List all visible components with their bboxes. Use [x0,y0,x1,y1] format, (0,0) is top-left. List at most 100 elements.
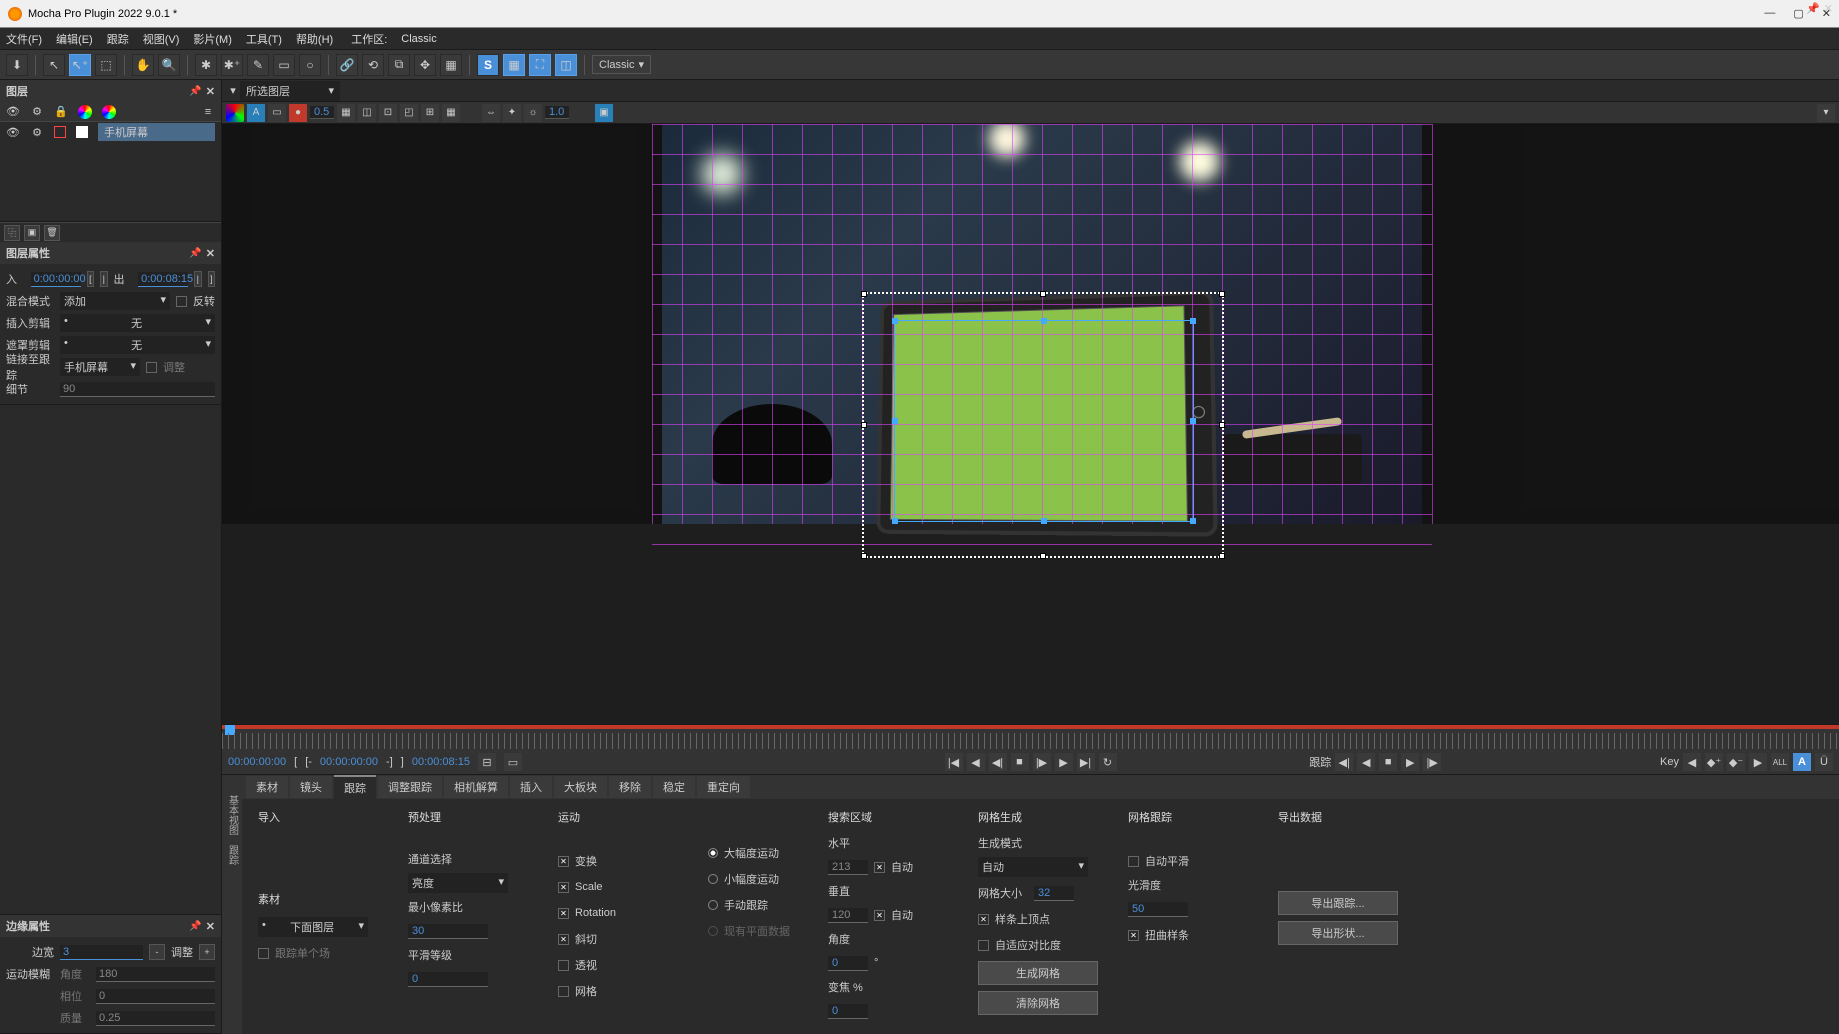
track-back-button[interactable]: ◀ [1357,753,1375,771]
trace-toggle[interactable]: ✦ [503,104,521,122]
vtab-essentials[interactable]: 基本视图 [225,795,240,835]
vert-auto-checkbox[interactable] [874,910,885,921]
autosmooth-checkbox[interactable] [1128,856,1139,867]
uberkey-button[interactable]: Ü [1815,753,1833,771]
zoom-tool[interactable]: 🔍 [158,54,180,76]
spline-vis-toggle[interactable]: ◫ [358,104,376,122]
expand-surface[interactable]: ⛶ [529,54,551,76]
move-tool[interactable]: ✥ [414,54,436,76]
menu-movie[interactable]: 影片(M) [193,31,232,47]
subdivision-value[interactable]: 90 [60,382,215,397]
search-angle-value[interactable]: 0 [828,956,868,971]
view-mode-dropdown[interactable]: Classic▾ [592,55,651,74]
transform-tool[interactable]: ⧉ [388,54,410,76]
lock-icon[interactable]: 🔒 [54,105,68,119]
export-track-button[interactable]: 导出跟踪... [1278,891,1398,915]
close-panel-icon[interactable]: ✕ [206,920,215,933]
horiz-auto-checkbox[interactable] [874,862,885,873]
matte-color-swatch[interactable] [76,126,88,138]
select-tool[interactable]: ↖ [43,54,65,76]
layer-row[interactable]: 👁 ⚙ 手机屏幕 [0,122,221,142]
planar-grid-toggle[interactable]: ▦ [503,54,525,76]
blend-dropdown[interactable]: 添加▾ [60,292,170,310]
tab-lens[interactable]: 镜头 [290,776,332,798]
tab-stabilize[interactable]: 稳定 [653,776,695,798]
maximize-button[interactable]: ▢ [1793,7,1803,20]
manual-radio[interactable] [708,900,718,910]
smooth-value[interactable]: 0 [408,972,488,987]
stop-button[interactable]: ■ [1011,753,1029,771]
width-minus-button[interactable]: - [149,944,165,960]
viewer-settings-icon[interactable]: ▾ [1817,104,1835,122]
track-stop-button[interactable]: ■ [1379,753,1397,771]
overlays-toggle[interactable]: ▣ [595,104,613,122]
rotation-checkbox[interactable] [558,908,569,919]
xspline-tool[interactable]: ✱ [195,54,217,76]
menu-file[interactable]: 文件(F) [6,31,42,47]
step-back-button[interactable]: ◀| [989,753,1007,771]
minpixel-value[interactable]: 30 [408,924,488,939]
menu-edit[interactable]: 编辑(E) [56,31,93,47]
brightness-toggle[interactable]: ☼ [524,104,542,122]
prev-key-button[interactable]: ◀ [1683,753,1701,771]
tab-mega[interactable]: 大板块 [554,776,607,798]
tab-reorient[interactable]: 重定向 [697,776,750,798]
menu-view[interactable]: 视图(V) [143,31,180,47]
pin-icon[interactable]: 📌 [189,86,201,97]
in-point-timecode[interactable]: 00:00:00:00 [320,756,378,768]
menu-tools[interactable]: 工具(T) [246,31,282,47]
menu-help[interactable]: 帮助(H) [296,31,333,47]
duplicate-layer-button[interactable]: ⿻ [4,225,20,241]
invert-checkbox[interactable] [176,296,187,307]
del-key-button[interactable]: ◆⁻ [1727,753,1745,771]
xspline-add-tool[interactable]: ✱⁺ [221,54,243,76]
width-plus-button[interactable]: + [199,944,215,960]
track-back-one-button[interactable]: ◀| [1335,753,1353,771]
layer-vis-toggle[interactable]: ▦ [337,104,355,122]
menu-track[interactable]: 跟踪 [107,31,129,47]
matte-color-icon[interactable] [102,105,116,119]
genmode-dropdown[interactable]: 自动▾ [978,857,1088,877]
zoom-value[interactable]: 0 [828,1004,868,1019]
vtab-track[interactable]: 跟踪 [225,845,240,865]
pin-icon[interactable]: 📌 [1806,2,1820,15]
workspace-value[interactable]: Classic [401,33,436,45]
smoothness-value[interactable]: 50 [1128,902,1188,917]
loop-button[interactable]: ↻ [1099,753,1117,771]
perspective-checkbox[interactable] [558,960,569,971]
surface-toggle[interactable]: S [477,54,499,76]
layer-select-dropdown[interactable]: 所选图层▾ [240,81,340,101]
tangent-vis-toggle[interactable]: ⊡ [379,104,397,122]
bezier-tool[interactable]: ✎ [247,54,269,76]
vert-value[interactable]: 120 [828,908,868,923]
out-timecode[interactable]: 0:00:08:15 [138,272,188,287]
goto-out-button[interactable]: | [194,271,201,287]
layer-menu-icon[interactable]: ≡ [201,105,215,119]
bracket-out-set[interactable]: -] [386,756,393,768]
large-motion-radio[interactable] [708,848,718,858]
tab-clip[interactable]: 素材 [246,776,288,798]
set-in-button[interactable]: [ [87,271,94,287]
warp-checkbox[interactable] [1128,930,1139,941]
out-point-timecode[interactable]: 00:00:08:15 [412,756,470,768]
clip-toggle[interactable]: ▭ [268,104,286,122]
tab-track[interactable]: 跟踪 [334,775,376,799]
generate-mesh-button[interactable]: 生成网格 [978,961,1098,985]
close-panel-icon[interactable]: ✕ [206,247,215,260]
spline-vertex-checkbox[interactable] [978,914,989,925]
spline-color-icon[interactable] [78,105,92,119]
grid-vis-toggle[interactable]: ⊞ [421,104,439,122]
adjust-checkbox[interactable] [146,362,157,373]
track-fwd-button[interactable]: ▶ [1401,753,1419,771]
export-shape-button[interactable]: 导出形状... [1278,921,1398,945]
marquee-tool[interactable]: ⬚ [95,54,117,76]
link-track-dropdown[interactable]: 手机屏幕▾ [60,358,140,376]
save-button[interactable]: ⬇ [6,54,28,76]
horiz-value[interactable]: 213 [828,860,868,875]
goto-end-button[interactable]: ▶| [1077,753,1095,771]
alpha-toggle[interactable]: A [247,104,265,122]
link-tool[interactable]: 🔗 [336,54,358,76]
rotate-tool[interactable]: ⟲ [362,54,384,76]
bracket-in-set[interactable]: [- [305,756,312,768]
viewport[interactable] [222,124,1839,724]
